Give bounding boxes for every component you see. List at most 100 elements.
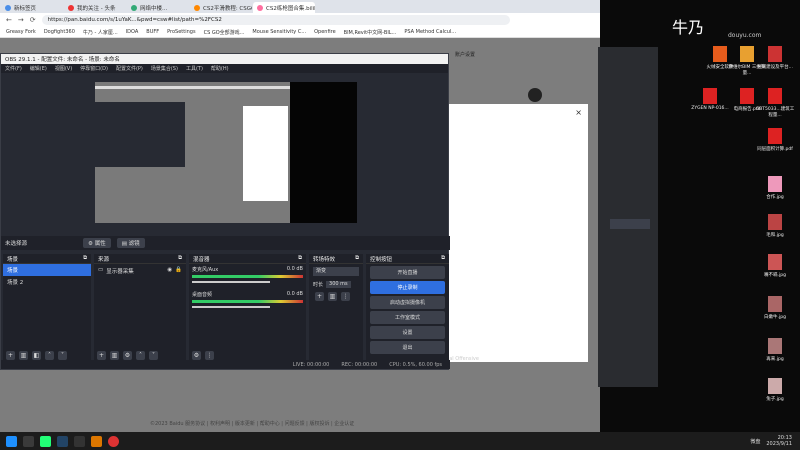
steam-icon[interactable] [57,435,68,447]
volume-slider[interactable] [192,281,270,283]
bookmark[interactable]: BUFF [146,29,159,35]
bookmark[interactable]: BIM,Revit中文网-BIL... [344,29,397,36]
filter-icon[interactable]: ◧ [32,351,41,360]
back-icon[interactable]: ← [6,16,12,24]
menu-scene-collection[interactable]: 场景集合(S) [151,65,178,72]
bookmark[interactable]: CS GO全部游戏... [204,29,245,36]
scene-item[interactable]: 场景 [3,264,91,276]
close-icon[interactable]: × [575,108,582,117]
bookmark[interactable]: 牛乃 - 人家厘... [83,29,118,36]
gear-icon[interactable]: ⚙ [123,351,132,360]
desktop-icon[interactable]: GBT5033...建筑工程量... [755,88,795,118]
app-icon[interactable] [74,435,85,447]
menu-profile[interactable]: 配置文件(P) [116,65,143,72]
page-footer: ©2023 Baidu 服务协议 | 权利声明 | 版本更新 | 帮助中心 | … [150,421,355,427]
transitions-dock: 转场特效 ⧉ 渐变 时长 300 ms + ▥ ⋮ [309,254,363,362]
live-timer: LIVE: 00:00:00 [292,361,330,368]
scene-item[interactable]: 场景 2 [3,276,91,288]
dock-menu-icon[interactable]: ⧉ [355,255,359,262]
dock-title: 来源 [98,256,110,263]
start-icon[interactable] [6,435,17,447]
gear-icon[interactable]: ⚙ [192,351,201,360]
obs-preview[interactable] [95,82,357,223]
status-bar: LIVE: 00:00:00 REC: 00:00:00 CPU: 0.5%, … [1,360,450,369]
start-streaming-button[interactable]: 开始直播 [370,266,445,279]
desktop-icon[interactable]: 同层面积计算.pdf [755,128,795,152]
more-icon[interactable]: ⋮ [341,292,350,301]
studio-mode-button[interactable]: 工作室模式 [370,311,445,324]
more-icon[interactable]: ⋮ [205,351,214,360]
tab-network[interactable]: 网络中楼... [127,2,189,13]
dock-menu-icon[interactable]: ⧉ [441,255,445,262]
controls-dock: 控制按钮 ⧉ 开始直播 停止录制 启动虚拟摄像机 工作室模式 设置 退出 [366,254,449,362]
down-icon[interactable]: ˅ [58,351,67,360]
desktop-icon[interactable]: 白嫩牛.jpg [755,296,795,320]
desktop-icon[interactable]: 再来.jpg [755,338,795,362]
menu-edit[interactable]: 编辑(E) [30,65,47,72]
up-icon[interactable]: ˄ [45,351,54,360]
tab-bilibili[interactable]: CS2练枪图合集.bilibili.csx_免... [253,2,315,13]
bookmark[interactable]: Dogfight360 [44,29,75,35]
down-icon[interactable]: ˅ [149,351,158,360]
app-icon[interactable] [91,435,102,447]
lock-icon[interactable]: 🔒 [175,267,182,275]
bookmark[interactable]: ProSettings [167,29,195,35]
duration-input[interactable]: 300 ms [326,281,351,288]
filters-button[interactable]: ▤ 滤镜 [116,238,145,248]
source-item[interactable]: ▭ 显示器采集 ◉ 🔒 [94,264,186,278]
eye-icon[interactable]: ◉ [167,267,172,275]
volume-meter [192,300,303,303]
menu-docks[interactable]: 停靠窗口(D) [80,65,108,72]
browser-icon[interactable] [40,435,51,447]
dock-title: 混音器 [193,256,210,263]
obs-window: OBS 29.1.1 - 配置文件: 未命名 - 场景: 未命名 文件(F) 编… [0,53,450,370]
desktop-icon[interactable]: ZYGEN NP-016... [690,88,730,111]
delete-icon[interactable]: ▥ [328,292,337,301]
settings-button[interactable]: 设置 [370,326,445,339]
menu-view[interactable]: 视图(V) [55,65,72,72]
stop-recording-button[interactable]: 停止录制 [370,281,445,294]
tab-toutiao[interactable]: 我的关注 - 头条 [64,2,126,13]
url-input[interactable]: https://pan.baidu.com/s/1uYaK...&pwd=csw… [41,15,510,25]
add-icon[interactable]: + [315,292,324,301]
transition-select[interactable]: 渐变 [313,267,359,276]
menu-help[interactable]: 帮助(H) [211,65,229,72]
search-icon[interactable] [23,435,34,447]
add-icon[interactable]: + [6,351,15,360]
clock[interactable]: 20:13 2023/9/11 [766,435,792,447]
desktop-icon[interactable]: 合作.jpg [755,176,795,200]
delete-icon[interactable]: ▥ [19,351,28,360]
bookmark[interactable]: Openfire [314,29,336,35]
desktop-icon[interactable]: 共同建设及平台... [755,46,795,70]
account-settings-link[interactable]: 账户设置 [455,51,475,58]
up-icon[interactable]: ˄ [136,351,145,360]
exit-button[interactable]: 退出 [370,341,445,354]
bookmark[interactable]: IDOA [126,29,139,35]
dock-menu-icon[interactable]: ⧉ [178,255,182,262]
scenes-dock: 场景 ⧉ 场景 场景 2 + ▥ ◧ ˄ ˅ [3,254,91,362]
menu-tools[interactable]: 工具(T) [186,65,203,72]
desktop-icon[interactable]: 毛和.jpg [755,214,795,238]
desktop-icon[interactable]: 兔子.jpg [755,378,795,402]
panel-controls[interactable] [610,219,650,229]
no-source-label: 未选择源 [5,241,28,247]
bookmark[interactable]: Mouse Sensitivity C... [252,29,306,35]
tab-newtab[interactable]: 新标签页 [1,2,63,13]
bookmark[interactable]: Greasy Fork [6,29,36,35]
properties-button[interactable]: ⚙ 属性 [83,238,111,248]
bookmark[interactable]: PSA Method Calcul... [404,29,456,35]
dock-menu-icon[interactable]: ⧉ [83,255,87,262]
desktop-icon[interactable]: 嘴不嗝.jpg [755,254,795,278]
delete-icon[interactable]: ▥ [110,351,119,360]
tab-cs2-tutorial[interactable]: CS2平滑教程: CSGOHUB高... [190,2,252,13]
virtual-camera-button[interactable]: 启动虚拟摄像机 [370,296,445,309]
avatar[interactable] [528,88,542,102]
menu-file[interactable]: 文件(F) [5,65,22,72]
obs-icon[interactable] [108,435,119,447]
add-icon[interactable]: + [97,351,106,360]
reload-icon[interactable]: ⟳ [30,16,36,24]
volume-slider[interactable] [192,306,270,308]
forward-icon[interactable]: → [18,16,24,24]
dock-title: 转场特效 [313,256,336,263]
dock-menu-icon[interactable]: ⧉ [298,255,302,262]
